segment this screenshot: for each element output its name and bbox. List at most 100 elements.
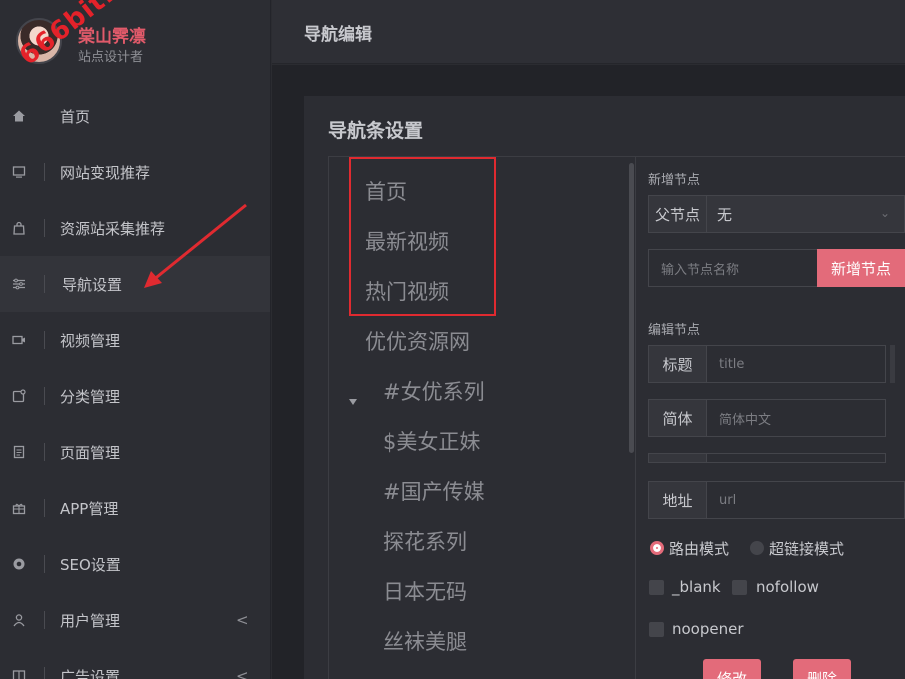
- menu-separator: [44, 387, 45, 405]
- new-node-label: 新增节点: [648, 173, 701, 188]
- card-title: 导航条设置: [328, 120, 424, 142]
- nofollow-label: nofollow: [756, 578, 819, 596]
- route-mode-radio[interactable]: [650, 541, 664, 555]
- title-input[interactable]: title: [706, 345, 886, 383]
- menu-separator: [44, 667, 45, 679]
- title-label: 标题: [648, 345, 706, 383]
- sidebar-item-label: 首页: [60, 107, 91, 126]
- sidebar-item-pages[interactable]: 页面管理: [0, 424, 270, 480]
- sidebar-item-label: 资源站采集推荐: [60, 219, 166, 238]
- chevron-left-icon[interactable]: <: [236, 667, 249, 679]
- menu-separator: [44, 275, 45, 293]
- sidebar-item-resource[interactable]: 资源站采集推荐: [0, 200, 270, 256]
- simplified-input[interactable]: 简体中文: [706, 399, 886, 437]
- new-node-row: 输入节点名称 新增节点: [648, 249, 905, 287]
- sidebar-item-home[interactable]: 首页: [0, 88, 270, 144]
- sidebar-item-label: 导航设置: [62, 275, 123, 294]
- parent-node-label: 父节点: [648, 195, 706, 233]
- page-title: 导航编辑: [304, 25, 372, 45]
- sidebar-item-ads[interactable]: 广告设置 <: [0, 648, 270, 679]
- address-row: 地址 url: [648, 481, 905, 519]
- sidebar-item-label: 广告设置: [60, 667, 121, 679]
- document-icon: [12, 445, 26, 459]
- tree-item[interactable]: 探花系列: [383, 526, 467, 556]
- sidebar-item-nav-settings[interactable]: 导航设置: [0, 256, 270, 312]
- monitor-icon: [12, 165, 26, 179]
- node-name-input[interactable]: 输入节点名称: [648, 249, 817, 287]
- tree-item[interactable]: 优优资源网: [365, 326, 470, 356]
- sidebar-item-label: SEO设置: [60, 555, 121, 574]
- sidebar-item-label: 网站变现推荐: [60, 163, 151, 182]
- tree-item[interactable]: #女优系列: [383, 376, 485, 406]
- blank-checkbox[interactable]: [649, 580, 664, 595]
- sidebar-item-video[interactable]: 视频管理: [0, 312, 270, 368]
- tree-item[interactable]: 丝袜美腿: [383, 626, 467, 656]
- edit-node-label: 编辑节点: [648, 323, 701, 338]
- avatar[interactable]: [16, 18, 62, 64]
- menu-separator: [44, 331, 45, 349]
- sidebar-item-label: 页面管理: [60, 443, 121, 462]
- menu-separator: [44, 555, 45, 573]
- noopener-checkbox[interactable]: [649, 622, 664, 637]
- chevron-down-icon: ⌄: [879, 206, 890, 220]
- home-icon: [12, 109, 26, 123]
- annotation-box: [349, 157, 496, 316]
- menu-separator: [44, 611, 45, 629]
- top-bar: 导航编辑: [272, 0, 905, 64]
- caret-down-icon[interactable]: [349, 399, 357, 405]
- sidebar: 棠山霁凛 站点设计者 首页 网站变现推荐 资源站采集推荐 导航设置 视频管理 分…: [0, 0, 271, 679]
- title-row: 标题 title: [648, 345, 886, 383]
- sidebar-item-app[interactable]: APP管理: [0, 480, 270, 536]
- profile: 棠山霁凛 站点设计者: [0, 0, 270, 85]
- sidebar-item-label: 用户管理: [60, 611, 121, 630]
- book-icon: [12, 669, 26, 679]
- chevron-left-icon[interactable]: <: [236, 611, 249, 629]
- menu-separator: [44, 219, 45, 237]
- simplified-label: 简体: [648, 399, 706, 437]
- menu-separator: [44, 499, 45, 517]
- tree-item[interactable]: $美女正妹: [383, 426, 480, 456]
- sidebar-item-category[interactable]: 分类管理: [0, 368, 270, 424]
- blank-label: _blank: [672, 578, 721, 596]
- add-node-button[interactable]: 新增节点: [817, 249, 905, 287]
- side-stub: [890, 345, 895, 383]
- delete-button[interactable]: 删除: [793, 659, 851, 679]
- user-name: 棠山霁凛: [78, 27, 146, 47]
- hidden-row: [648, 453, 886, 463]
- address-input[interactable]: url: [706, 481, 905, 519]
- tree-item[interactable]: #国产传媒: [383, 476, 485, 506]
- nav-settings-card: 导航条设置 首页 最新视频 热门视频 优优资源网 #女优系列 $美女正妹 #国产…: [304, 96, 905, 679]
- menu-separator: [44, 443, 45, 461]
- bag-icon: [12, 221, 26, 235]
- folder-icon: [12, 389, 26, 403]
- menu-separator: [44, 163, 45, 181]
- sidebar-item-monetize[interactable]: 网站变现推荐: [0, 144, 270, 200]
- gift-icon: [12, 501, 26, 515]
- sidebar-item-label: 视频管理: [60, 331, 121, 350]
- parent-node-row: 父节点 无 ⌄: [648, 195, 905, 233]
- sidebar-item-label: 分类管理: [60, 387, 121, 406]
- tree-scrollbar[interactable]: [629, 163, 634, 453]
- nofollow-checkbox[interactable]: [732, 580, 747, 595]
- parent-node-select[interactable]: 无 ⌄: [706, 195, 905, 233]
- hyperlink-mode-label: 超链接模式: [769, 540, 845, 558]
- video-icon: [12, 333, 26, 347]
- nav-tree: 首页 最新视频 热门视频 优优资源网 #女优系列 $美女正妹 #国产传媒 探花系…: [328, 156, 636, 679]
- noopener-label: noopener: [672, 620, 744, 638]
- address-label: 地址: [648, 481, 706, 519]
- user-icon: [12, 613, 26, 627]
- sliders-icon: [12, 277, 26, 291]
- user-role: 站点设计者: [78, 50, 144, 65]
- hyperlink-mode-radio[interactable]: [750, 541, 764, 555]
- simplified-row: 简体 简体中文: [648, 399, 886, 437]
- sidebar-item-label: APP管理: [60, 499, 119, 518]
- hidden-row-label: [648, 453, 706, 463]
- hidden-row-input[interactable]: [706, 453, 886, 463]
- sidebar-item-seo[interactable]: SEO设置: [0, 536, 270, 592]
- route-mode-label: 路由模式: [669, 540, 730, 558]
- tree-item[interactable]: 日本无码: [383, 576, 467, 606]
- modify-button[interactable]: 修改: [703, 659, 761, 679]
- node-form: 新增节点 父节点 无 ⌄ 输入节点名称 新增节点 编辑节点 标题 title 简…: [636, 156, 905, 679]
- parent-node-value: 无: [717, 205, 733, 224]
- sidebar-item-users[interactable]: 用户管理 <: [0, 592, 270, 648]
